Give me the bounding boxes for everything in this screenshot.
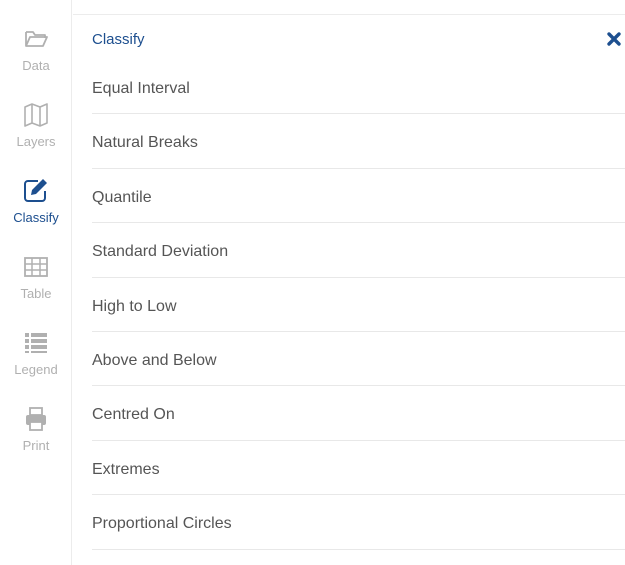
sidebar-toolbar: Data Layers Classify Table Legend Print [0, 0, 72, 565]
panel-header: Classify [73, 15, 625, 65]
sidebar-item-legend[interactable]: Legend [0, 328, 72, 388]
sidebar-item-print[interactable]: Print [0, 404, 72, 464]
sidebar-item-label: Print [22, 438, 50, 453]
panel-title: Classify [92, 31, 145, 48]
edit-icon [24, 179, 47, 202]
map-icon [24, 103, 48, 127]
sidebar-item-table[interactable]: Table [0, 252, 72, 312]
list-item-label: Above and Below [92, 351, 217, 369]
list-item-standard-deviation[interactable]: Standard Deviation [92, 223, 625, 278]
list-item-label: Centred On [92, 406, 175, 424]
list-item-label: High to Low [92, 297, 177, 315]
list-item-label: Standard Deviation [92, 243, 229, 261]
folder-icon [25, 31, 48, 47]
list-item-centred-on[interactable]: Centred On [92, 386, 625, 441]
close-icon[interactable] [605, 28, 625, 50]
classify-panel: Classify Equal Interval Natural Breaks Q… [73, 14, 625, 565]
list-item-label: Quantile [92, 188, 152, 206]
list-item-extremes[interactable]: Extremes [92, 441, 625, 496]
app: Data Layers Classify Table Legend Print … [0, 0, 625, 565]
list-item-quantile[interactable]: Quantile [92, 169, 625, 224]
sidebar-item-label: Table [20, 286, 52, 301]
list-item-natural-breaks[interactable]: Natural Breaks [92, 114, 625, 169]
list-item-label: Extremes [92, 460, 160, 478]
classification-method-list: Equal Interval Natural Breaks Quantile S… [92, 60, 625, 550]
list-item-equal-interval[interactable]: Equal Interval [92, 60, 625, 115]
list-item-label: Natural Breaks [92, 134, 198, 152]
sidebar-item-data[interactable]: Data [0, 24, 72, 84]
list-item-label: Proportional Circles [92, 515, 232, 533]
sidebar-item-label: Data [22, 58, 50, 73]
table-icon [24, 257, 48, 277]
sidebar-item-classify[interactable]: Classify [0, 176, 72, 236]
list-item-proportional-circles[interactable]: Proportional Circles [92, 495, 625, 550]
sidebar-item-label: Layers [16, 134, 56, 149]
list-icon [25, 333, 47, 353]
list-item-high-to-low[interactable]: High to Low [92, 278, 625, 332]
sidebar-item-label: Legend [14, 362, 58, 377]
list-item-above-and-below[interactable]: Above and Below [92, 332, 625, 387]
sidebar-item-layers[interactable]: Layers [0, 100, 72, 160]
print-icon [26, 407, 46, 431]
list-item-label: Equal Interval [92, 80, 190, 97]
sidebar-item-label: Classify [13, 210, 59, 225]
